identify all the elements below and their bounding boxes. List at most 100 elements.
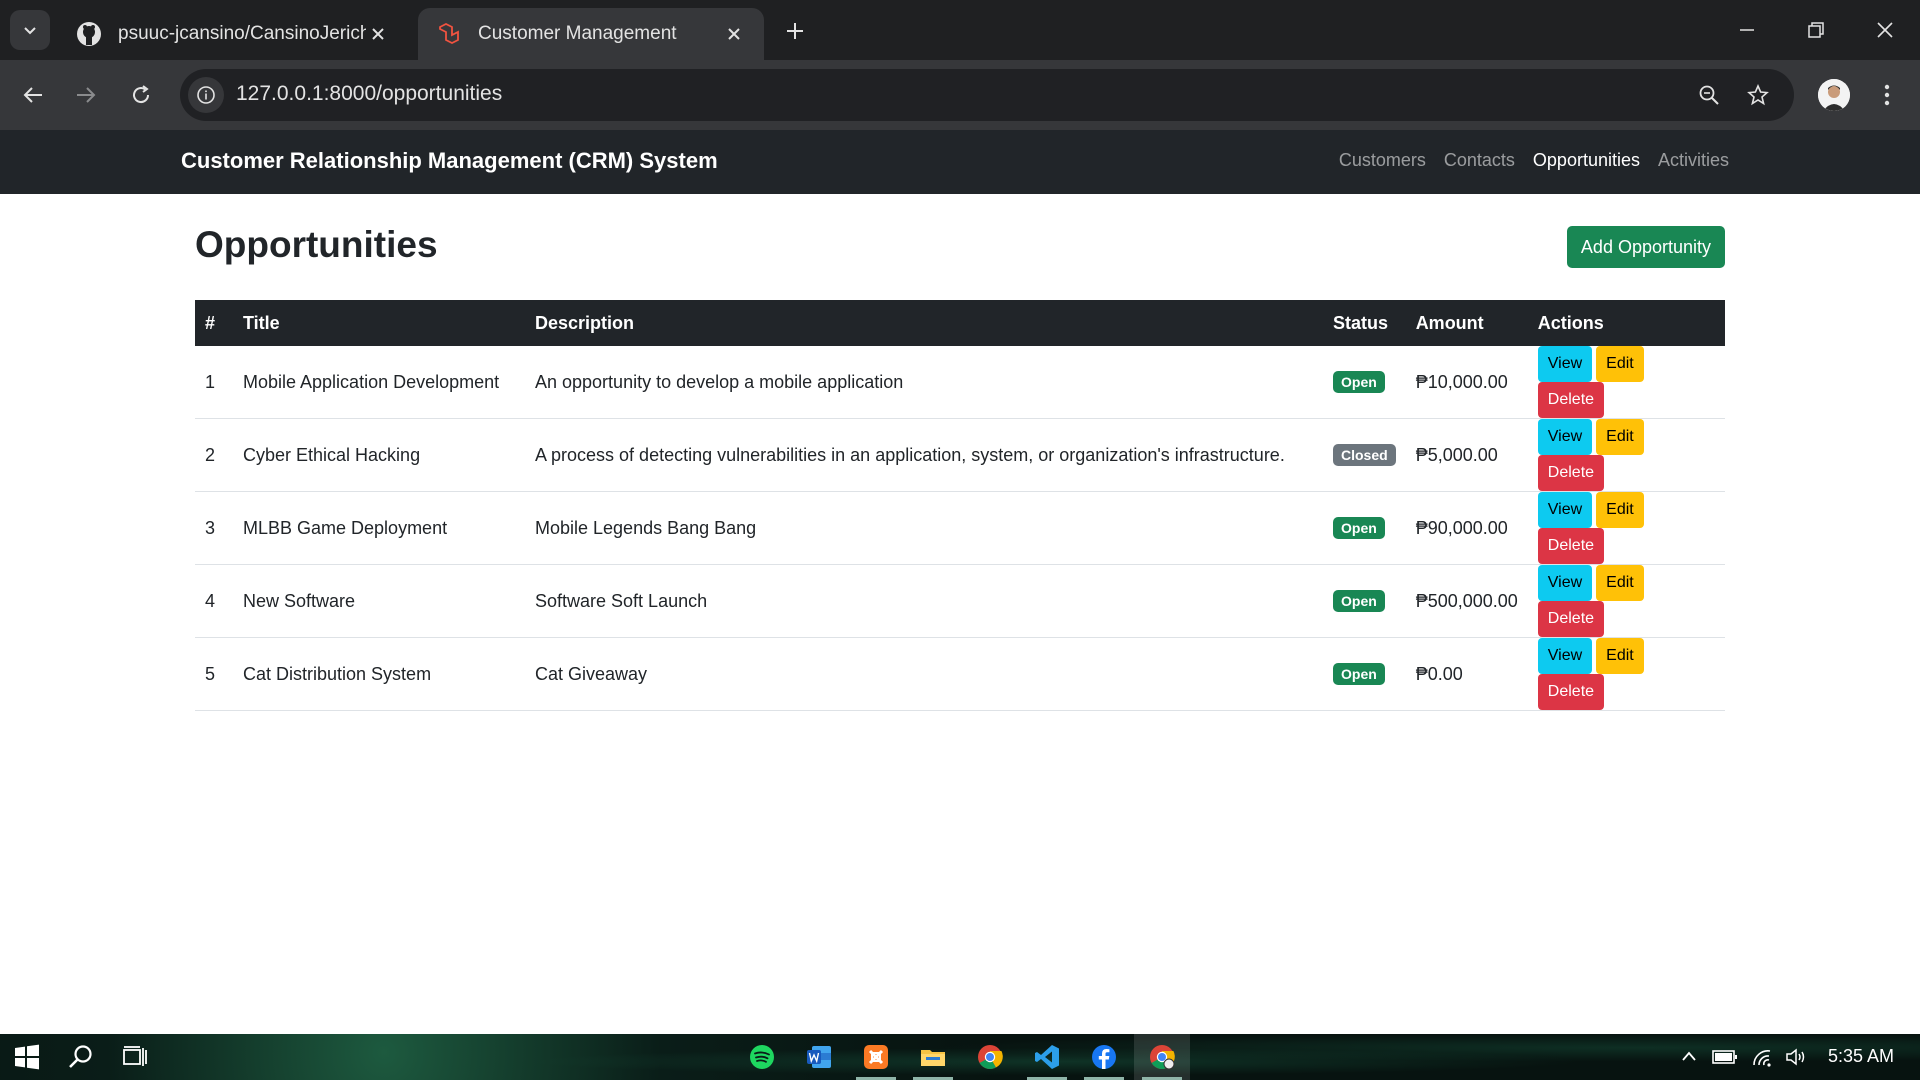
- url-text: 127.0.0.1:8000/opportunities: [236, 82, 503, 105]
- browser-tab-github[interactable]: psuuc-jcansino/CansinoJericho: [58, 8, 408, 60]
- bookmark-button[interactable]: [1743, 80, 1773, 110]
- restore-button[interactable]: [1791, 10, 1841, 50]
- edit-button[interactable]: Edit: [1596, 346, 1644, 382]
- nav-link-opportunities[interactable]: Opportunities: [1533, 150, 1640, 171]
- row-title: Cyber Ethical Hacking: [233, 418, 525, 492]
- col-header-status: Status: [1323, 300, 1406, 346]
- taskbar-clock[interactable]: 5:35 AM: [1828, 1046, 1894, 1067]
- row-title: Cat Distribution System: [233, 637, 525, 711]
- browser-tab-customer-management[interactable]: Customer Management: [418, 8, 764, 60]
- view-button[interactable]: View: [1537, 565, 1593, 601]
- facebook-taskbar-icon[interactable]: [1089, 1042, 1119, 1072]
- spotify-icon: [750, 1045, 774, 1069]
- wifi-icon: [1753, 1050, 1771, 1067]
- chrome-taskbar-icon[interactable]: [975, 1042, 1005, 1072]
- view-button[interactable]: View: [1537, 638, 1593, 674]
- nav-link-contacts[interactable]: Contacts: [1444, 150, 1515, 171]
- status-badge: Open: [1333, 590, 1385, 612]
- view-button[interactable]: View: [1537, 346, 1593, 382]
- delete-button[interactable]: Delete: [1537, 382, 1605, 418]
- show-hidden-icons-button[interactable]: [1674, 1042, 1704, 1072]
- row-status: Closed: [1323, 418, 1406, 492]
- row-title: MLBB Game Deployment: [233, 491, 525, 565]
- site-info-button[interactable]: [188, 77, 224, 113]
- start-button[interactable]: [12, 1042, 42, 1072]
- task-view-button[interactable]: [120, 1042, 150, 1072]
- delete-button[interactable]: Delete: [1537, 528, 1605, 564]
- chrome-profile-taskbar-icon[interactable]: [1147, 1042, 1177, 1072]
- table-row: 4 New Software Software Soft Launch Open…: [195, 564, 1725, 638]
- more-vertical-icon: [1884, 84, 1890, 106]
- tab-search-button[interactable]: [10, 10, 50, 50]
- back-button[interactable]: [13, 75, 53, 115]
- status-badge: Open: [1333, 663, 1385, 685]
- row-amount: ₱500,000.00: [1405, 564, 1528, 638]
- user-avatar-icon: [1818, 79, 1850, 111]
- task-view-icon: [123, 1046, 147, 1066]
- browser-menu-button[interactable]: [1872, 80, 1902, 110]
- opportunities-table: # Title Description Status Amount Action…: [195, 300, 1725, 711]
- zoom-button[interactable]: [1694, 80, 1724, 110]
- browser-toolbar: 127.0.0.1:8000/opportunities: [0, 60, 1920, 130]
- profile-avatar[interactable]: [1818, 79, 1850, 111]
- nav-link-activities[interactable]: Activities: [1658, 150, 1729, 171]
- close-window-button[interactable]: [1860, 10, 1910, 50]
- chrome-icon: [978, 1045, 1003, 1070]
- view-button[interactable]: View: [1537, 419, 1593, 455]
- navbar-brand[interactable]: Customer Relationship Management (CRM) S…: [181, 148, 718, 174]
- arrow-right-icon: [77, 87, 96, 103]
- word-icon: [807, 1046, 831, 1068]
- delete-button[interactable]: Delete: [1537, 674, 1605, 710]
- row-number: 3: [195, 491, 233, 565]
- github-icon: [76, 21, 102, 47]
- app-navbar: Customer Relationship Management (CRM) S…: [0, 130, 1920, 194]
- row-amount: ₱90,000.00: [1405, 491, 1528, 565]
- forward-button[interactable]: [66, 75, 106, 115]
- address-bar[interactable]: 127.0.0.1:8000/opportunities: [180, 69, 1794, 121]
- page-title: Opportunities: [195, 224, 438, 265]
- col-header-amount: Amount: [1405, 300, 1528, 346]
- row-status: Open: [1323, 491, 1406, 565]
- edit-button[interactable]: Edit: [1596, 565, 1644, 601]
- file-explorer-icon: [921, 1050, 945, 1066]
- edit-button[interactable]: Edit: [1596, 419, 1644, 455]
- plus-icon: [787, 23, 803, 39]
- delete-button[interactable]: Delete: [1537, 455, 1605, 491]
- delete-button[interactable]: Delete: [1537, 601, 1605, 637]
- row-amount: ₱0.00: [1405, 637, 1528, 711]
- col-header-title: Title: [233, 300, 525, 346]
- minimize-icon: [1740, 29, 1754, 31]
- facebook-icon: [1092, 1045, 1116, 1069]
- edit-button[interactable]: Edit: [1596, 638, 1644, 674]
- vscode-taskbar-icon[interactable]: [1032, 1042, 1062, 1072]
- view-button[interactable]: View: [1537, 492, 1593, 528]
- xampp-taskbar-icon[interactable]: [861, 1042, 891, 1072]
- close-icon: [1877, 22, 1893, 38]
- row-description: A process of detecting vulnerabilities i…: [525, 418, 1323, 492]
- battery-icon: [1712, 1050, 1737, 1064]
- minimize-button[interactable]: [1722, 10, 1772, 50]
- row-status: Open: [1323, 346, 1406, 419]
- navbar-links: Customers Contacts Opportunities Activit…: [1339, 150, 1729, 171]
- file-explorer-taskbar-icon[interactable]: [918, 1042, 948, 1072]
- row-actions: View EditDelete: [1527, 491, 1725, 565]
- battery-indicator[interactable]: [1710, 1042, 1740, 1072]
- word-taskbar-icon[interactable]: [804, 1042, 834, 1072]
- row-title: Mobile Application Development: [233, 346, 525, 419]
- network-indicator[interactable]: [1747, 1042, 1777, 1072]
- edit-button[interactable]: Edit: [1596, 492, 1644, 528]
- tab-title: psuuc-jcansino/CansinoJericho: [118, 23, 366, 44]
- add-opportunity-button[interactable]: Add Opportunity: [1566, 226, 1725, 268]
- volume-indicator[interactable]: [1782, 1042, 1812, 1072]
- nav-link-customers[interactable]: Customers: [1339, 150, 1426, 171]
- reload-button[interactable]: [121, 75, 161, 115]
- close-tab-icon[interactable]: [366, 22, 390, 46]
- row-status: Open: [1323, 564, 1406, 638]
- spotify-taskbar-icon[interactable]: [747, 1042, 777, 1072]
- new-tab-button[interactable]: [780, 16, 810, 46]
- search-button[interactable]: [66, 1042, 96, 1072]
- close-tab-icon[interactable]: [722, 22, 746, 46]
- row-actions: View EditDelete: [1527, 564, 1725, 638]
- row-description: Software Soft Launch: [525, 564, 1323, 638]
- row-number: 5: [195, 637, 233, 711]
